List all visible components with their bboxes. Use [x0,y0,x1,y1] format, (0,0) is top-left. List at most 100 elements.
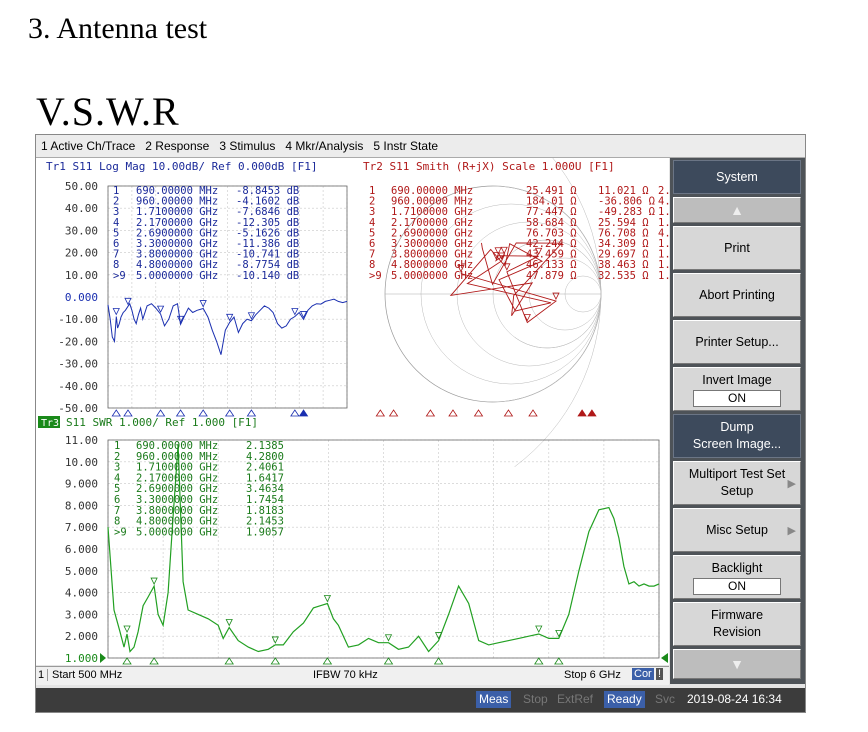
softkey-firmware-label-2: Revision [713,625,761,639]
tr1-ytick-label: -50.00 [58,402,98,415]
tr2-marker-table: 1690.00000 MHz25.491 Ω11.021 Ω2.2960.000… [369,185,671,282]
softkey-multiport-test-set-setup[interactable]: Multiport Test Set Setup ▶ [673,461,801,505]
tr2-stimulus-marker [448,409,458,417]
menu-active-ch-trace[interactable]: 1 Active Ch/Trace [36,139,140,153]
tr3-ref-pointer-icon [100,653,106,663]
softkey-print[interactable]: Print [673,226,801,270]
backlight-value: ON [693,577,781,595]
scroll-down-icon[interactable]: ▼ [673,649,801,679]
status-stop: Stop [523,692,548,706]
tr1-marker-triangle [199,300,207,308]
softkey-misc-label: Misc Setup [706,522,768,537]
tr1-ytick-label: -30.00 [58,358,98,371]
softkey-invert-image[interactable]: Invert Image ON [673,367,801,411]
tr1-yticks: 50.00 40.00 30.00 20.00 10.00 0.000 -10.00 -20.… [58,180,98,415]
tr3-marker-triangle [384,634,393,642]
tr3-stimulus-marker [383,657,394,665]
tr3-stimulus-marker [270,657,281,665]
tr3-ref-level-icon [661,653,668,663]
tr3-ytick-label: 9.000 [65,478,98,491]
tr1-marker-triangle [112,308,120,316]
tr3-ytick-label: 10.00 [65,456,98,469]
tr1-ytick-label: 20.00 [65,247,98,260]
tr3-ytick-label: 6.000 [65,543,98,556]
tr2-stimulus-marker [577,409,587,417]
invert-image-value: ON [693,389,781,407]
tr3-marker-value: 1.9057 [246,526,284,538]
softkey-multiport-label-1: Multiport Test Set [688,467,786,481]
tr3-stimulus-marker [433,657,444,665]
ifbw[interactable]: IFBW 70 kHz [313,669,378,681]
softkey-printer-setup[interactable]: Printer Setup... [673,320,801,364]
tr1-ytick-label: 40.00 [65,202,98,215]
tr3-stimulus-marker [554,657,564,665]
tr2-marker-extra: 1. [658,270,669,282]
softkey-misc-setup[interactable]: Misc Setup ▶ [673,508,801,552]
softkey-system[interactable]: System [673,160,801,194]
submenu-arrow-icon: ▶ [787,478,796,490]
softkey-firmware-revision[interactable]: Firmware Revision [673,602,801,646]
softkey-invert-label: Invert Image [702,372,772,387]
tr1-ytick-label: 10.00 [65,269,98,282]
smith-marker [503,263,511,271]
softkey-abort-printing[interactable]: Abort Printing [673,273,801,317]
tr3-marker-triangle [225,619,233,627]
softkey-panel: System ▲ Print Abort Printing Printer Se… [670,158,805,684]
tr3-marker-freq: 5.0000000 GHz [136,526,218,538]
tr2-stimulus-marker [503,409,514,417]
tr3-stimulus-marker [534,657,544,665]
softkey-printer-setup-label: Printer Setup... [695,334,779,349]
tr3-ytick-label: 1.000 [65,652,98,665]
tr3-marker-triangle [535,625,543,633]
tr3-marker-triangle [323,595,332,603]
tr2-stimulus-marker [375,409,386,417]
menu-response[interactable]: 2 Response [140,139,214,153]
tr3-stimulus-marker [322,657,333,665]
smith-reactance-arc [514,293,602,349]
tr3-stimulus-marker [122,657,132,665]
tr1-stimulus-marker [298,409,309,417]
softkey-multiport-label-2: Setup [720,484,754,498]
smith-marker [500,246,508,255]
tr2-header: Tr2 S11 Smith (R+jX) Scale 1.000U [F1] [363,160,615,173]
tr3-tag: Tr3 [41,418,59,429]
tr3-ytick-label: 3.000 [65,608,98,621]
tr2-stimulus-marker [388,409,399,417]
softkey-dump-label-2: Screen Image... [692,437,782,451]
scroll-up-icon[interactable]: ▲ [673,197,801,223]
menu-stimulus[interactable]: 3 Stimulus [214,139,280,153]
tr1-marker-freq: 5.0000000 GHz [136,270,218,282]
tr2-stimulus-marker [425,409,436,417]
menu-bar: 1 Active Ch/Trace 2 Response 3 Stimulus … [36,135,805,158]
tr3-ytick-label: 11.00 [65,434,98,447]
tr3-ytick-label: 5.000 [65,565,98,578]
start-frequency[interactable]: Start 500 MHz [52,669,122,681]
tr3-marker-number: >9 [114,526,127,538]
tr3-header: S11 SWR 1.000/ Ref 1.000 [F1] [66,416,258,429]
doc-subheading: V.S.W.R [36,89,180,134]
tr2-stimulus-marker [473,409,484,417]
menu-instr-state[interactable]: 5 Instr State [368,139,443,153]
tr1-marker-table: 1 690.00000 MHz -8.8453 dB2 960.00000 MHz -4… [113,185,299,282]
menu-mkr-analysis[interactable]: 4 Mkr/Analysis [280,139,368,153]
tr3-stimulus-marker [149,657,159,665]
tr2-marker-reactance: 32.535 Ω [598,270,649,282]
softkey-system-label: System [716,169,758,184]
submenu-arrow-icon: ▶ [787,525,796,537]
status-ready: Ready [604,691,645,708]
softkey-abort-label: Abort Printing [699,287,775,302]
tr1-marker-value: -10.140 dB [236,270,299,282]
vna-screen: 1 Active Ch/Trace 2 Response 3 Stimulus … [35,134,806,713]
stop-frequency[interactable]: Stop 6 GHz [564,669,621,681]
tr1-ytick-label: -10.00 [58,313,98,326]
channel-status-bar: 1 Start 500 MHz IFBW 70 kHz Stop 6 GHz C… [36,666,669,685]
tr3-ytick-label: 7.000 [65,521,98,534]
status-meas: Meas [476,691,512,708]
tr2-stimulus-marker [528,409,538,417]
softkey-backlight[interactable]: Backlight ON [673,555,801,599]
softkey-backlight-label: Backlight [711,560,763,575]
status-datetime: 2019-08-24 16:34 [687,692,782,706]
softkey-dump-label-1: Dump [720,420,754,434]
channel-number[interactable]: 1 [38,669,49,681]
softkey-dump-screen-image[interactable]: Dump Screen Image... [673,414,801,458]
